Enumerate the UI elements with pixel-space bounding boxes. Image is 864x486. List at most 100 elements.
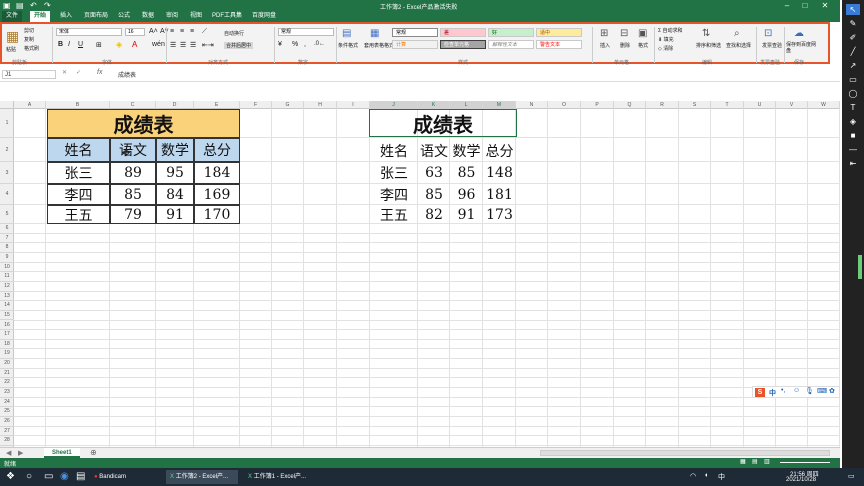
row-header[interactable]: 14 (0, 301, 14, 311)
align-middle-icon[interactable]: ≡ (180, 28, 184, 35)
save-to-baidu-button[interactable]: 保存到百度网盘 (786, 42, 818, 54)
style-warning[interactable]: 警告文本 (536, 40, 582, 49)
left-data-cell[interactable]: 184 (194, 162, 240, 184)
color-icon[interactable]: ■ (846, 130, 860, 141)
column-header[interactable]: B (46, 101, 110, 109)
column-header[interactable]: S (679, 101, 711, 109)
delete-cells-button[interactable]: 删除 (620, 42, 630, 49)
conditional-format-icon[interactable]: ▤ (342, 28, 351, 39)
save-icon[interactable]: ▤ (16, 1, 24, 10)
row-header[interactable]: 5 (0, 205, 14, 224)
marker-icon[interactable]: ✐ (846, 32, 860, 43)
align-left-icon[interactable]: ☰ (170, 41, 176, 49)
find-select-button[interactable]: 查找和选择 (726, 42, 751, 49)
row-header[interactable]: 22 (0, 378, 14, 389)
column-header[interactable]: R (646, 101, 679, 109)
conditional-format-button[interactable]: 条件格式 (338, 42, 358, 49)
column-header[interactable]: V (776, 101, 808, 109)
left-header-cell[interactable]: 姓名 (47, 138, 110, 162)
vertical-scrollbar[interactable] (858, 255, 862, 279)
right-data-cell[interactable]: 82 (418, 205, 450, 224)
format-painter-button[interactable]: 格式刷 (24, 45, 39, 52)
right-data-cell[interactable]: 173 (483, 205, 516, 224)
maximize-icon[interactable]: □ (798, 0, 812, 11)
column-header[interactable]: G (272, 101, 304, 109)
left-data-cell[interactable]: 170 (194, 205, 240, 224)
taskbar-excel-workbook2[interactable]: X 工作簿2 - Excel产... (166, 470, 238, 484)
format-as-table-icon[interactable]: ▦ (370, 28, 379, 39)
left-data-cell[interactable]: 89 (110, 162, 156, 184)
text-icon[interactable]: T (846, 102, 860, 113)
tab-review[interactable]: 审阅 (162, 11, 182, 22)
notification-icon[interactable]: ▭ (848, 472, 855, 480)
copy-button[interactable]: 复制 (24, 36, 34, 43)
left-data-cell[interactable]: 84 (156, 184, 194, 205)
left-data-cell[interactable]: 91 (156, 205, 194, 224)
right-data-cell[interactable]: 85 (450, 162, 483, 184)
style-bad[interactable]: 差 (440, 28, 486, 37)
row-header[interactable]: 8 (0, 243, 14, 253)
paste-button[interactable]: 粘贴 (6, 46, 16, 53)
right-table-title[interactable]: 成绩表 (369, 109, 517, 137)
left-header-cell[interactable]: 数学 (156, 138, 194, 162)
row-header[interactable]: 7 (0, 234, 14, 244)
orientation-icon[interactable]: ⟋ (202, 28, 207, 36)
invoice-check-icon[interactable]: ⊡ (764, 28, 772, 39)
row-header[interactable]: 10 (0, 263, 14, 273)
borders-icon[interactable]: ⊞ (96, 41, 102, 49)
prev-sheet-icon[interactable]: ◀ (6, 449, 11, 457)
collapse-icon[interactable]: ⇤ (846, 158, 860, 169)
start-icon[interactable]: ❖ (6, 471, 15, 482)
format-cells-icon[interactable]: ▣ (638, 28, 647, 39)
tab-data[interactable]: 数据 (138, 11, 158, 22)
zoom-slider[interactable] (780, 462, 830, 463)
column-header[interactable]: I (337, 101, 370, 109)
row-header[interactable]: 20 (0, 359, 14, 369)
style-calculation[interactable]: 计算 (392, 40, 438, 49)
column-header[interactable]: H (304, 101, 337, 109)
ime-skin-icon[interactable]: ✿ (829, 387, 835, 395)
paste-icon[interactable]: ▦ (6, 28, 19, 45)
align-top-icon[interactable]: ≡ (170, 28, 174, 35)
format-as-table-button[interactable]: 套用表格格式 (364, 42, 394, 49)
row-header[interactable]: 13 (0, 292, 14, 302)
column-header[interactable]: M (483, 101, 516, 109)
row-header[interactable]: 23 (0, 388, 14, 398)
fill-color-icon[interactable]: ◈ (116, 40, 122, 49)
style-explanatory[interactable]: 解释性文本 (488, 40, 534, 49)
row-header[interactable]: 25 (0, 407, 14, 417)
minimize-icon[interactable]: – (780, 0, 794, 11)
row-header[interactable]: 2 (0, 138, 14, 162)
row-header[interactable]: 19 (0, 349, 14, 360)
column-header[interactable]: C (110, 101, 156, 109)
column-header[interactable]: O (548, 101, 581, 109)
row-header[interactable]: 3 (0, 162, 14, 184)
name-box[interactable]: J1 (2, 70, 56, 79)
font-name-select[interactable]: 宋体 (56, 28, 122, 36)
row-header[interactable]: 18 (0, 340, 14, 350)
right-data-cell[interactable]: 李四 (370, 184, 418, 205)
column-header[interactable]: D (156, 101, 194, 109)
undo-icon[interactable]: ↶ (30, 1, 37, 10)
right-data-cell[interactable]: 63 (418, 162, 450, 184)
right-header-cell[interactable]: 数学 (450, 139, 483, 162)
left-header-cell[interactable]: 语文 (110, 138, 156, 162)
sort-filter-button[interactable]: 排序和筛选 (696, 42, 721, 49)
column-header[interactable]: Q (614, 101, 646, 109)
right-data-cell[interactable]: 91 (450, 205, 483, 224)
left-table-title[interactable]: 成绩表 (47, 109, 240, 138)
search-icon[interactable]: ○ (26, 471, 32, 482)
redo-icon[interactable]: ↷ (44, 1, 51, 10)
ellipse-icon[interactable]: ◯ (846, 88, 860, 99)
ime-icon[interactable]: 中 (718, 472, 725, 482)
close-icon[interactable]: ✕ (818, 0, 832, 11)
indent-icon[interactable]: ⇤⇥ (202, 41, 214, 49)
row-header[interactable]: 27 (0, 427, 14, 437)
right-data-cell[interactable]: 96 (450, 184, 483, 205)
column-header[interactable]: T (711, 101, 744, 109)
italic-button[interactable]: I (68, 41, 70, 48)
page-break-icon[interactable]: ▥ (764, 458, 770, 465)
tab-formulas[interactable]: 公式 (114, 11, 134, 22)
number-format-select[interactable]: 常规 (278, 28, 334, 36)
pointer-icon[interactable]: ↖ (846, 4, 860, 15)
